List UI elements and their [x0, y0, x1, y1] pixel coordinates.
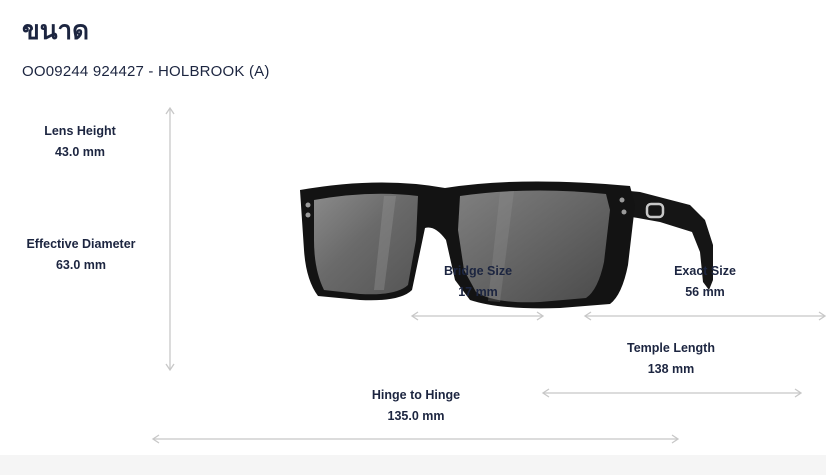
exact-size-value: 56 mm	[685, 285, 725, 299]
temple-length-label: Temple Length	[627, 341, 715, 355]
effective-diameter-measure: Effective Diameter 63.0 mm	[15, 234, 147, 276]
lens-height-value: 43.0 mm	[54, 145, 106, 159]
bridge-size-label: Bridge Size	[443, 264, 513, 278]
hinge-to-hinge-measure: Hinge to Hinge 135.0 mm	[356, 385, 476, 427]
temple-length-value: 138 mm	[647, 362, 695, 376]
effective-diameter-label: Effective Diameter	[26, 237, 136, 251]
bridge-size-measure: Bridge Size 17 mm	[418, 261, 538, 303]
exact-size-measure: Exact Size 56 mm	[645, 261, 765, 303]
hinge-to-hinge-value: 135.0 mm	[387, 409, 445, 423]
bottom-band	[0, 455, 826, 475]
bridge-size-value: 17 mm	[458, 285, 498, 299]
lens-height-measure: Lens Height 43.0 mm	[20, 121, 140, 163]
effective-diameter-value: 63.0 mm	[55, 258, 107, 272]
exact-size-label: Exact Size	[674, 264, 736, 278]
lens-height-label: Lens Height	[44, 124, 116, 138]
hinge-to-hinge-label: Hinge to Hinge	[371, 388, 461, 402]
temple-length-measure: Temple Length 138 mm	[611, 338, 731, 380]
